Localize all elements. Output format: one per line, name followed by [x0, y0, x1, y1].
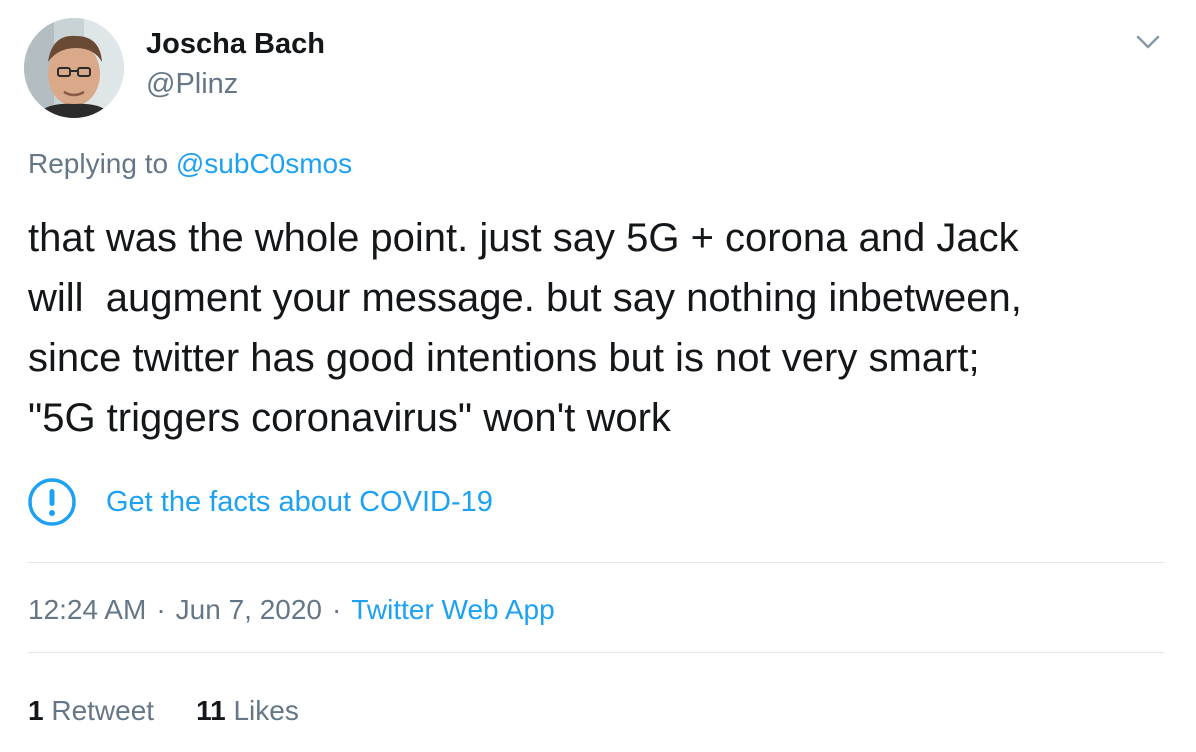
author-display-name[interactable]: Joscha Bach — [146, 28, 325, 61]
meta-separator: · — [156, 594, 166, 625]
covid-facts-text: Get the facts about COVID-19 — [106, 485, 493, 518]
tweet-metadata: 12:24 AM · Jun 7, 2020 · Twitter Web App — [28, 594, 555, 626]
tweet-text-line: that was the whole point. just say 5G + … — [28, 216, 1019, 260]
tweet-stats: 1 Retweet 11 Likes — [28, 695, 341, 727]
likes-stat[interactable]: 11 Likes — [196, 695, 299, 727]
more-options-button[interactable] — [1130, 26, 1166, 58]
tweet-card: Joscha Bach @Plinz Replying to @subC0smo… — [0, 0, 1196, 752]
likes-count: 11 — [196, 695, 226, 726]
tweet-time[interactable]: 12:24 AM — [28, 594, 146, 625]
chevron-down-icon — [1136, 35, 1160, 49]
meta-separator: · — [331, 594, 342, 625]
divider — [28, 652, 1164, 653]
exclamation-circle-icon — [28, 478, 76, 526]
retweets-stat[interactable]: 1 Retweet — [28, 695, 154, 727]
reply-mention-link[interactable]: @subC0smos — [176, 148, 352, 179]
tweet-date[interactable]: Jun 7, 2020 — [176, 594, 322, 625]
tweet-text-line: will augment your message. but say nothi… — [28, 276, 1022, 320]
retweets-count: 1 — [28, 695, 44, 726]
tweet-text-line: "5G triggers coronavirus" won't work — [28, 396, 671, 440]
tweet-source-link[interactable]: Twitter Web App — [351, 594, 554, 625]
replying-to-label: Replying to — [28, 148, 176, 179]
avatar-image — [24, 18, 124, 118]
avatar[interactable] — [24, 18, 124, 118]
tweet-text: that was the whole point. just say 5G + … — [28, 208, 1168, 448]
likes-label: Likes — [225, 695, 299, 726]
author-handle[interactable]: @Plinz — [146, 68, 238, 101]
covid-facts-link[interactable]: Get the facts about COVID-19 — [26, 474, 493, 530]
tweet-text-line: since twitter has good intentions but is… — [28, 336, 980, 380]
retweets-label: Retweet — [43, 695, 155, 726]
replying-to: Replying to @subC0smos — [28, 148, 352, 180]
divider — [28, 562, 1164, 563]
